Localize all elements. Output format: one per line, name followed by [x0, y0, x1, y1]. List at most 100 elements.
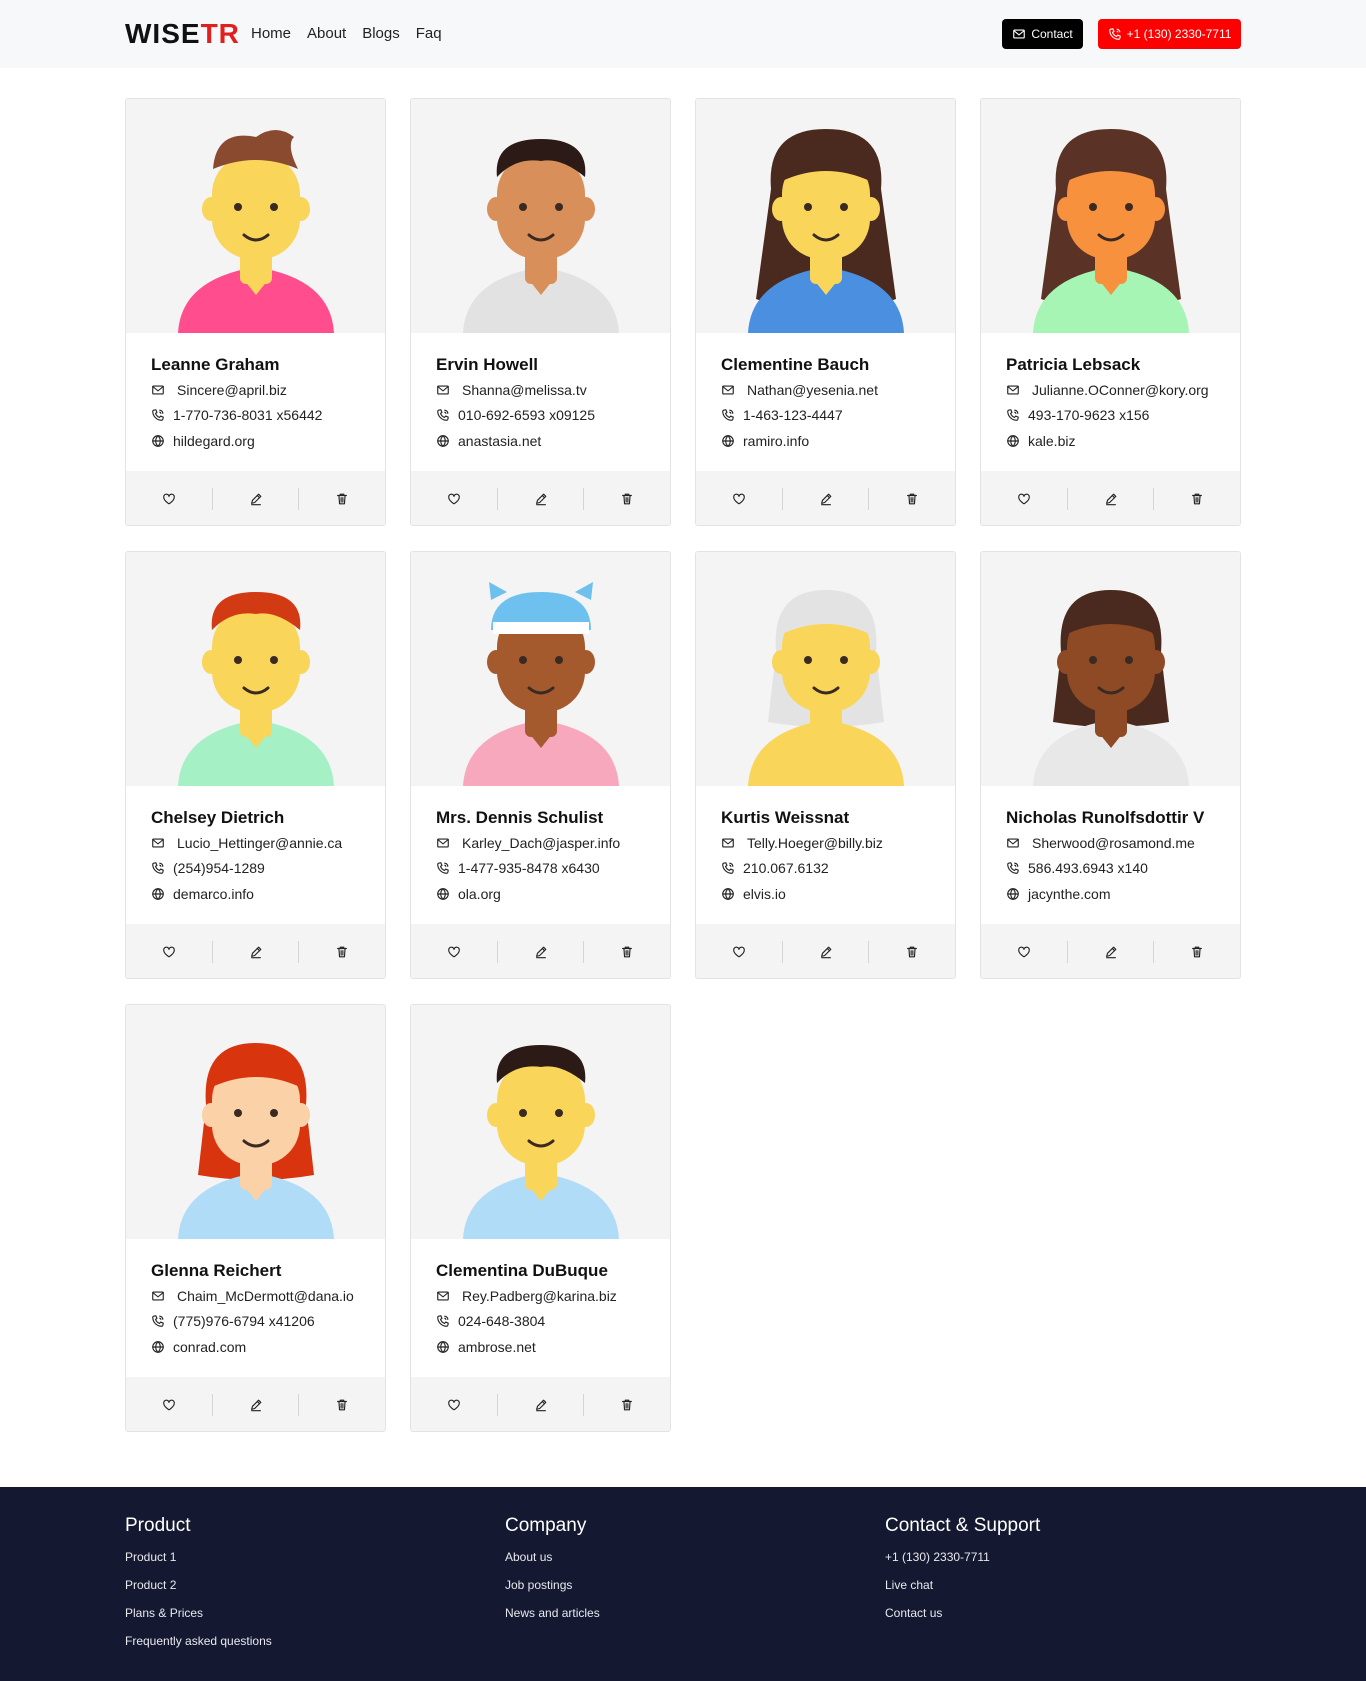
delete-button[interactable] [298, 487, 385, 510]
footer-link[interactable]: Frequently asked questions [125, 1633, 272, 1661]
mail-icon [1007, 838, 1019, 848]
footer-column-contact-support: Contact & Support +1 (130) 2330-7711 Liv… [885, 1515, 1040, 1633]
edit-button[interactable] [211, 1393, 299, 1416]
user-email: Sincere@april.biz [177, 382, 287, 398]
nav-home[interactable]: Home [251, 25, 291, 42]
user-phone: (254)954-1289 [173, 860, 265, 876]
like-button[interactable] [696, 488, 782, 510]
logo-accent: TR [200, 18, 240, 49]
user-email-row: Sherwood@rosamond.me [1006, 835, 1195, 851]
user-card: Clementina DuBuque Rey.Padberg@karina.bi… [410, 1004, 671, 1432]
delete-button[interactable] [583, 487, 670, 510]
user-name: Patricia Lebsack [1006, 355, 1141, 374]
footer-link[interactable]: About us [505, 1549, 600, 1577]
footer-link[interactable]: Product 1 [125, 1549, 272, 1577]
nav-blogs[interactable]: Blogs [362, 25, 400, 42]
footer-link[interactable]: Product 2 [125, 1577, 272, 1605]
user-phone: 1-477-935-8478 x6430 [458, 860, 600, 876]
globe-icon [152, 1341, 164, 1353]
user-card: Clementine Bauch Nathan@yesenia.net 1-46… [695, 98, 956, 526]
phone-button[interactable]: +1 (130) 2330-7711 [1098, 19, 1241, 49]
user-phone: (775)976-6794 x41206 [173, 1313, 315, 1329]
like-button[interactable] [696, 941, 782, 963]
edit-button[interactable] [211, 487, 299, 510]
delete-button[interactable] [583, 1393, 670, 1416]
card-actions [981, 471, 1240, 525]
pencil-icon [535, 493, 546, 505]
like-button[interactable] [126, 941, 212, 963]
card-actions [411, 1377, 670, 1431]
user-phone-row: (775)976-6794 x41206 [151, 1313, 315, 1329]
phone-icon [1108, 28, 1121, 40]
nav-about[interactable]: About [307, 25, 346, 42]
phone-icon [152, 862, 164, 874]
globe-icon [1007, 435, 1019, 447]
user-avatar [411, 99, 670, 333]
footer-link[interactable]: Live chat [885, 1577, 1040, 1605]
card-actions [411, 471, 670, 525]
user-email: Julianne.OConner@kory.org [1032, 382, 1209, 398]
edit-button[interactable] [496, 940, 584, 963]
like-button[interactable] [126, 488, 212, 510]
edit-button[interactable] [211, 940, 299, 963]
delete-button[interactable] [298, 1393, 385, 1416]
footer-link[interactable]: Contact us [885, 1605, 1040, 1633]
trash-icon [337, 1399, 348, 1410]
delete-button[interactable] [868, 940, 955, 963]
like-button[interactable] [411, 1394, 497, 1416]
like-button[interactable] [981, 488, 1067, 510]
delete-button[interactable] [1153, 940, 1240, 963]
globe-icon [722, 435, 734, 447]
delete-button[interactable] [298, 940, 385, 963]
pencil-icon [535, 946, 546, 958]
contact-button-label: Contact [1031, 27, 1073, 41]
trash-icon [907, 493, 918, 504]
delete-button[interactable] [583, 940, 670, 963]
edit-button[interactable] [781, 940, 869, 963]
contact-button[interactable]: Contact [1002, 19, 1083, 49]
footer-link[interactable]: +1 (130) 2330-7711 [885, 1549, 1040, 1577]
user-phone: 1-463-123-4447 [743, 407, 843, 423]
footer-column-product: Product Product 1 Product 2 Plans & Pric… [125, 1515, 272, 1661]
user-avatar [126, 1005, 385, 1239]
edit-button[interactable] [1066, 940, 1154, 963]
footer-column-company: Company About us Job postings News and a… [505, 1515, 600, 1633]
pencil-icon [250, 1399, 261, 1411]
edit-button[interactable] [496, 1393, 584, 1416]
user-name: Clementina DuBuque [436, 1261, 608, 1280]
card-actions [696, 471, 955, 525]
footer-link[interactable]: Job postings [505, 1577, 600, 1605]
mail-icon [152, 1291, 164, 1301]
user-website-row: anastasia.net [436, 433, 541, 449]
user-phone-row: (254)954-1289 [151, 860, 265, 876]
user-email: Lucio_Hettinger@annie.ca [177, 835, 343, 851]
like-button[interactable] [126, 1394, 212, 1416]
mail-send-icon [1013, 29, 1026, 39]
trash-icon [337, 493, 348, 504]
user-phone-row: 1-477-935-8478 x6430 [436, 860, 600, 876]
delete-button[interactable] [868, 487, 955, 510]
trash-icon [337, 946, 348, 957]
user-card: Mrs. Dennis Schulist Karley_Dach@jasper.… [410, 551, 671, 979]
user-website: hildegard.org [173, 433, 255, 449]
edit-button[interactable] [496, 487, 584, 510]
footer-link[interactable]: Plans & Prices [125, 1605, 272, 1633]
like-button[interactable] [411, 941, 497, 963]
edit-button[interactable] [781, 487, 869, 510]
edit-button[interactable] [1066, 487, 1154, 510]
delete-button[interactable] [1153, 487, 1240, 510]
nav-faq[interactable]: Faq [416, 25, 442, 42]
like-button[interactable] [981, 941, 1067, 963]
user-avatar [411, 1005, 670, 1239]
trash-icon [622, 493, 633, 504]
footer-column-title: Contact & Support [885, 1515, 1041, 1536]
footer-link[interactable]: News and articles [505, 1605, 600, 1633]
brand-logo[interactable]: WISETR [125, 18, 240, 50]
user-email: Rey.Padberg@karina.biz [462, 1288, 617, 1304]
user-phone: 1-770-736-8031 x56442 [173, 407, 323, 423]
user-phone-row: 024-648-3804 [436, 1313, 545, 1329]
like-button[interactable] [411, 488, 497, 510]
avatar-illustration [463, 139, 619, 333]
heart-icon [448, 493, 460, 504]
user-card: Glenna Reichert Chaim_McDermott@dana.io … [125, 1004, 386, 1432]
